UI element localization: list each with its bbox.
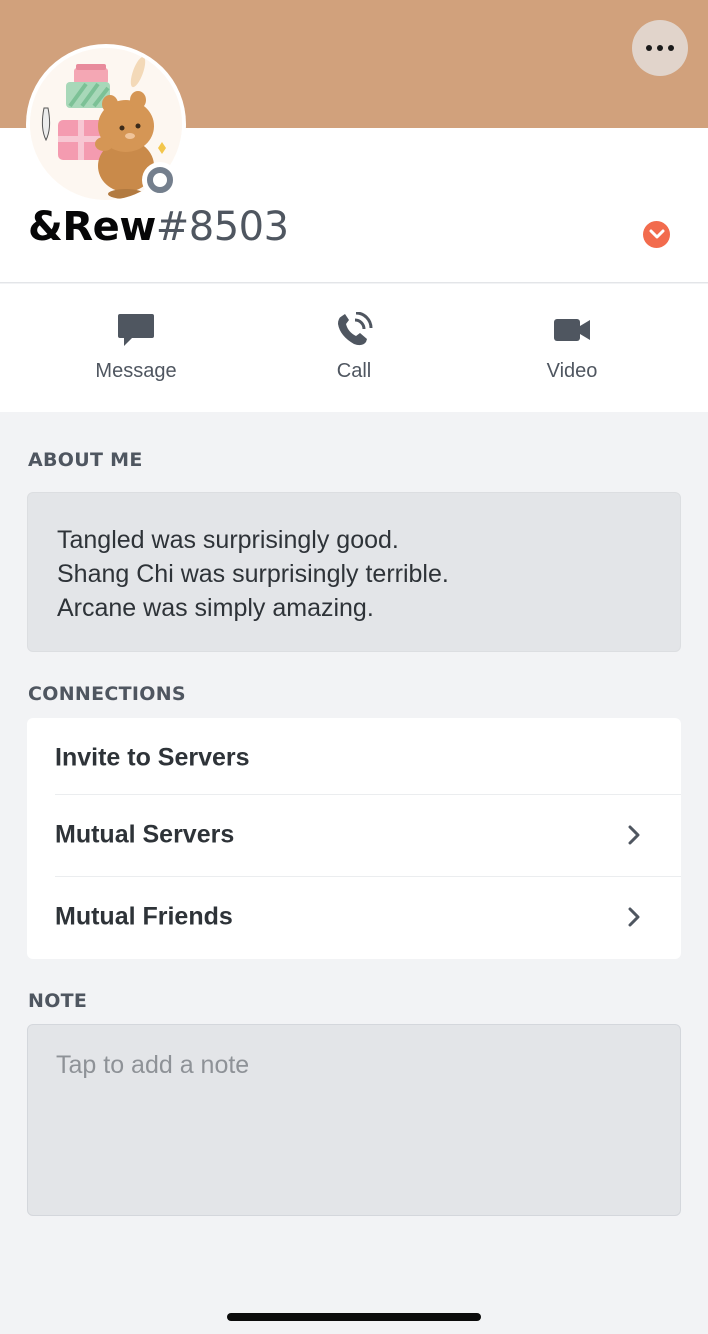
phone-icon (338, 312, 373, 346)
message-button[interactable]: Message (18, 284, 254, 412)
more-dot (657, 45, 663, 51)
connections-list: Invite to Servers Mutual Servers Mutual … (27, 718, 681, 959)
mutual-friends-label: Mutual Friends (55, 902, 233, 931)
about-line: Arcane was simply amazing. (57, 594, 374, 622)
video-label: Video (546, 360, 598, 382)
note-input[interactable]: Tap to add a note (27, 1024, 681, 1216)
invite-to-servers-row[interactable]: Invite to Servers (27, 718, 681, 798)
note-placeholder: Tap to add a note (56, 1051, 250, 1079)
chevron-right-icon (628, 907, 640, 927)
message-label: Message (95, 360, 177, 382)
mutual-servers-row[interactable]: Mutual Servers (27, 795, 681, 875)
about-me-heading: ABOUT ME (28, 449, 143, 471)
chevron-down-icon (649, 229, 664, 238)
connections-heading: CONNECTIONS (28, 683, 186, 705)
mutual-friends-row[interactable]: Mutual Friends (27, 877, 681, 957)
about-line: Shang Chi was surprisingly terrible. (57, 560, 449, 588)
profile-actions: Message Call Video (0, 284, 708, 412)
about-line: Tangled was surprisingly good. (57, 526, 399, 554)
chevron-right-icon (628, 825, 640, 845)
more-dots-icon (646, 45, 652, 51)
note-heading: NOTE (28, 990, 88, 1012)
home-indicator[interactable] (227, 1313, 481, 1321)
more-dot (668, 45, 674, 51)
offline-status-icon (147, 167, 173, 193)
invite-to-servers-label: Invite to Servers (55, 743, 250, 772)
username-discriminator: #8503 (155, 204, 289, 250)
call-button[interactable]: Call (236, 284, 472, 412)
mutual-servers-label: Mutual Servers (55, 820, 235, 849)
username-name: &Rew (28, 204, 156, 250)
video-camera-icon (554, 319, 590, 341)
call-label: Call (336, 360, 372, 382)
chevron-down-badge-icon[interactable] (643, 221, 670, 248)
username: &Rew#8503 (28, 204, 289, 250)
video-button[interactable]: Video (454, 284, 690, 412)
about-me-box: Tangled was surprisingly good. Shang Chi… (27, 492, 681, 652)
chat-bubble-icon (118, 314, 154, 346)
more-options-button[interactable] (632, 20, 688, 76)
status-indicator (142, 162, 178, 198)
